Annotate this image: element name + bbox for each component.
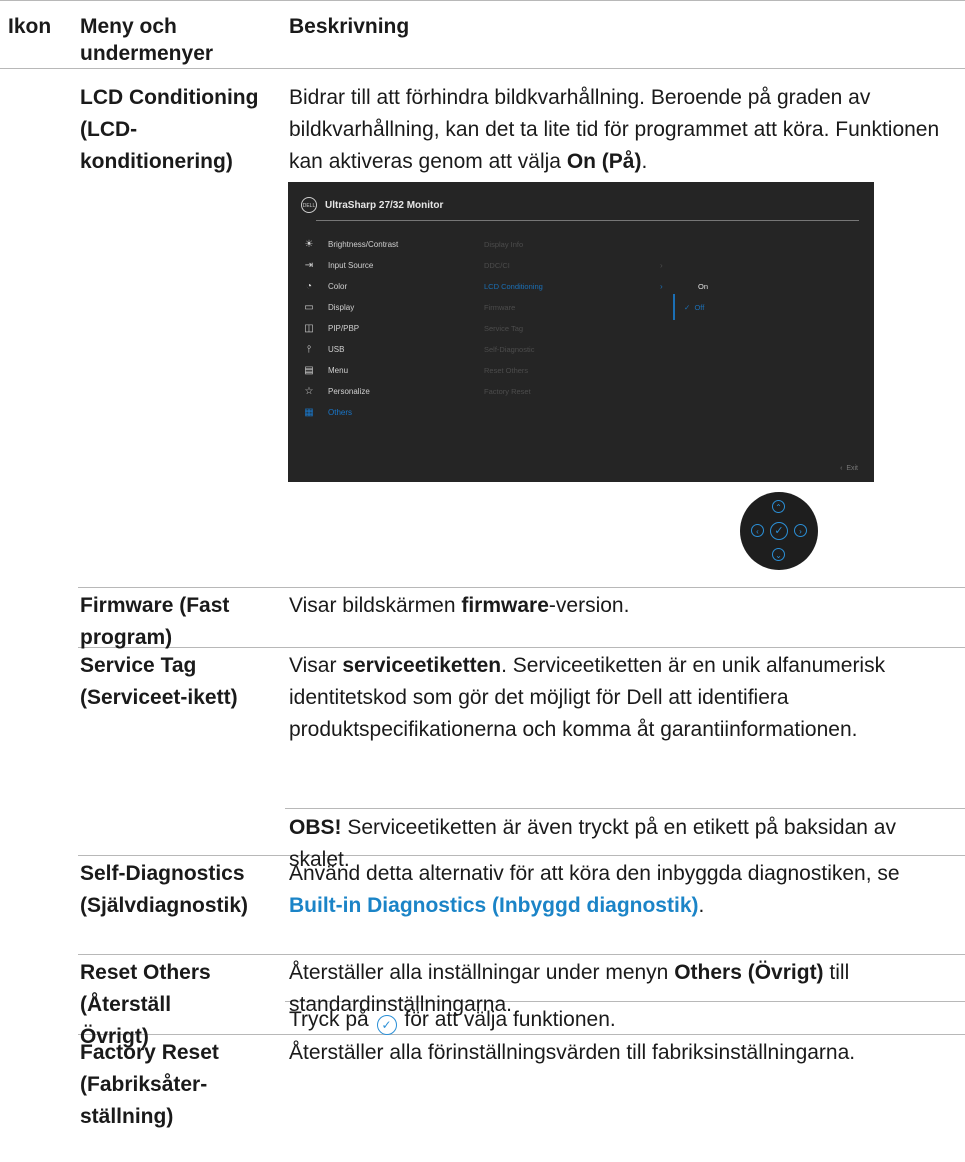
press-reset-others: Tryck på ✓ för att välja funktionen. (289, 1004, 959, 1036)
desc-service-tag: Visar serviceetiketten. Serviceetiketten… (289, 654, 886, 741)
built-in-diagnostics-link[interactable]: Built-in Diagnostics (Inbyggd diagnostik… (289, 894, 699, 917)
menu-self-diagnostics: Self-Diagnostics (Självdiagnostik) (80, 862, 249, 917)
osd-title: UltraSharp 27/32 Monitor (325, 200, 444, 211)
desc-firmware: Visar bildskärmen firmware-version. (289, 594, 630, 617)
color-icon: ◔ (305, 281, 313, 292)
osd-exit: ‹ Exit (840, 465, 858, 472)
dell-logo-icon: DELL (301, 197, 317, 213)
osd-item-color: ◔ Color (302, 279, 347, 295)
osd-item-pip-pbp: ◫ PIP/PBP (302, 321, 359, 337)
menu-icon: ▤ (304, 365, 314, 376)
menu-factory-reset: Factory Reset (Fabriksåter-ställning) (80, 1041, 219, 1128)
check-circle-icon: ✓ (376, 1015, 397, 1035)
desc-lcd-bold: On (På) (566, 150, 642, 173)
osd-option-on: On (698, 282, 709, 291)
desc-lcd-end: . (641, 150, 648, 173)
osd-divider (316, 220, 859, 221)
joystick-up-icon: ⌃ (772, 500, 785, 513)
row-rule-note (285, 808, 965, 809)
header-menu: Meny och undermenyer (80, 15, 214, 65)
display-icon: ▭ (304, 302, 314, 313)
usb-icon: ⫯ (306, 344, 312, 355)
row-rule-reset-others (78, 954, 965, 955)
header-rule (0, 68, 965, 69)
osd-sub-firmware: Firmware (484, 303, 516, 312)
joystick-center-check-icon: ✓ (770, 522, 788, 540)
chevron-right-icon: › (660, 282, 663, 291)
osd-sub-lcd-conditioning: LCD Conditioning (484, 282, 543, 291)
joystick-down-icon: ⌄ (772, 548, 785, 561)
osd-item-others: ▦ Others (302, 405, 352, 421)
osd-item-menu: ▤ Menu (302, 363, 348, 379)
osd-sub-service-tag: Service Tag (484, 324, 524, 333)
osd-sub-display-info: Display Info (484, 240, 524, 249)
desc-factory-reset: Återställer alla förinställningsvärden t… (289, 1041, 856, 1064)
osd-item-brightness: ☀ Brightness/Contrast (302, 237, 399, 253)
header-icon: Ikon (8, 15, 52, 38)
joystick-right-icon: › (794, 524, 807, 537)
menu-service-tag: Service Tag (Serviceet-ikett) (80, 654, 238, 709)
osd-sub-ddc-ci: DDC/CI (484, 261, 510, 270)
osd-item-input-source: ⇥ Input Source (302, 258, 374, 274)
osd-sub-factory-reset: Factory Reset (484, 387, 531, 396)
osd-sub-self-diagnostic: Self-Diagnostic (484, 345, 535, 354)
menu-firmware: Firmware (Fast program) (80, 594, 230, 649)
header-description: Beskrivning (289, 15, 410, 38)
osd-sub-reset-others: Reset Others (484, 366, 529, 375)
osd-selection-bar (673, 294, 675, 320)
chevron-right-icon: › (660, 261, 663, 270)
joystick-left-icon: ‹ (751, 524, 764, 537)
chevron-left-icon: ‹ (840, 465, 843, 472)
osd-screenshot: DELL UltraSharp 27/32 Monitor ☀ Brightnes… (288, 182, 874, 482)
osd-option-off: ✓ Off (684, 303, 705, 312)
others-icon: ▦ (304, 407, 314, 418)
osd-item-personalize: ☆ Personalize (302, 384, 370, 400)
check-icon: ✓ (684, 303, 691, 312)
star-icon: ☆ (304, 386, 314, 397)
joystick-icon: ⌃ ‹ ✓ › ⌄ (740, 492, 818, 570)
table-top-rule (0, 0, 965, 1)
menu-lcd-conditioning: LCD Conditioning (LCD-konditionering) (80, 86, 259, 173)
input-source-icon: ⇥ (304, 260, 314, 271)
desc-lcd-conditioning: Bidrar till att förhindra bildkvarhållni… (289, 82, 959, 178)
desc-self-diagnostics: Använd detta alternativ för att köra den… (289, 862, 900, 917)
brightness-icon: ☀ (304, 239, 314, 250)
pip-pbp-icon: ◫ (304, 323, 314, 334)
osd-item-display: ▭ Display (302, 300, 354, 316)
osd-item-usb: ⫯ USB (302, 342, 345, 358)
row-rule-firmware (78, 587, 965, 588)
